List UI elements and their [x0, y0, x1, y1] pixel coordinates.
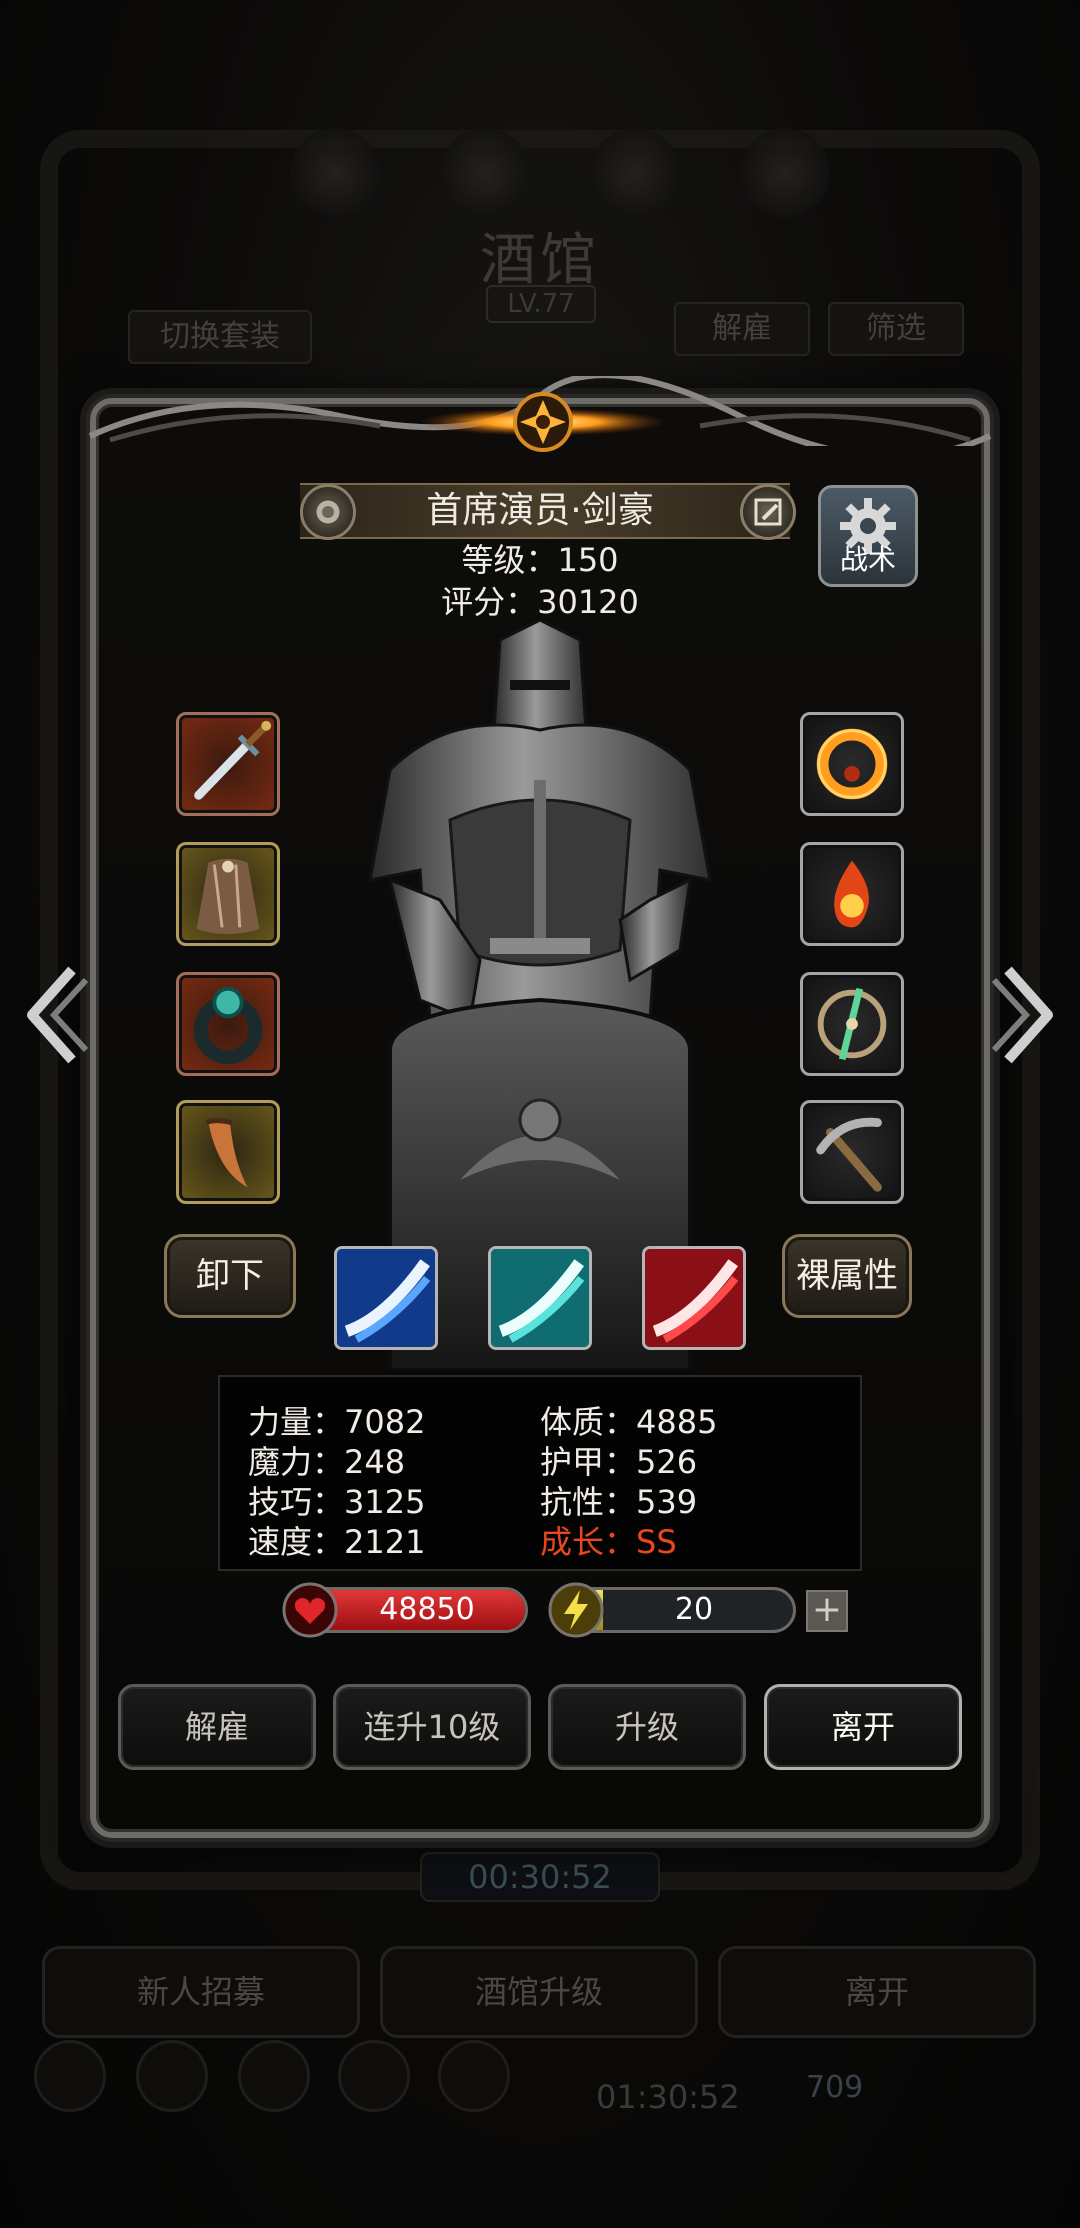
lightning-icon	[548, 1582, 604, 1638]
rename-button[interactable]	[740, 484, 796, 540]
dismiss-hero-button[interactable]: 解雇	[118, 1684, 316, 1770]
tactics-button[interactable]: 战术	[818, 485, 918, 587]
unequip-button[interactable]: 卸下	[164, 1234, 296, 1318]
next-hero-arrow[interactable]	[988, 960, 1068, 1070]
bottom-menu-icon	[238, 2040, 310, 2112]
horn-icon	[205, 1118, 248, 1188]
edit-icon	[754, 498, 782, 526]
coin-count: 709	[806, 2070, 864, 2105]
filter-button[interactable]: 筛选	[828, 302, 964, 356]
tactics-label: 战术	[839, 543, 896, 576]
top-menu-icon	[740, 128, 830, 218]
bottom-menu-icon	[34, 2040, 106, 2112]
ring-icon	[193, 986, 263, 1065]
bg-dismiss-button[interactable]: 解雇	[674, 302, 810, 356]
stat-growth: 成长：SS	[540, 1523, 677, 1561]
red-slash-icon	[645, 1249, 743, 1347]
sun-emblem-icon	[419, 392, 667, 452]
equip-slot-accessory[interactable]	[176, 1100, 280, 1204]
top-menu-icon	[440, 128, 530, 218]
sword-icon	[194, 720, 272, 800]
heart-icon	[282, 1582, 338, 1638]
top-menu-icon	[290, 128, 380, 218]
base-attributes-button[interactable]: 裸属性	[782, 1234, 912, 1318]
add-energy-button[interactable]: +	[806, 1590, 848, 1632]
level-up-10-button[interactable]: 连升10级	[333, 1684, 531, 1770]
tavern-timer: 00:30:52	[420, 1852, 660, 1902]
equip-slot-flame-orb[interactable]	[800, 842, 904, 946]
flame-orb-icon	[834, 860, 869, 928]
cyan-slash-icon	[491, 1249, 589, 1347]
energy-value: 20	[674, 1592, 714, 1627]
equip-slot-ring[interactable]	[176, 972, 280, 1076]
blue-slash-icon	[337, 1249, 435, 1347]
bottom-menu-icon	[438, 2040, 510, 2112]
bottom-timer: 01:30:52	[596, 2078, 740, 2116]
hero-score: 评分：30120	[441, 583, 639, 621]
equip-slot-weapon[interactable]	[176, 712, 280, 816]
skill-slot-2[interactable]	[488, 1246, 592, 1350]
equip-slot-compass[interactable]	[800, 972, 904, 1076]
top-menu-icon	[590, 128, 680, 218]
equip-slot-armor[interactable]	[176, 842, 280, 946]
fire-ring-icon	[816, 728, 888, 800]
skill-slot-1[interactable]	[334, 1246, 438, 1350]
equip-slot-fire-ring[interactable]	[800, 712, 904, 816]
compass-dagger-icon	[817, 987, 887, 1061]
tavern-upgrade-button[interactable]: 酒馆升级	[380, 1946, 698, 2038]
stat-speed: 速度：2121	[248, 1523, 426, 1561]
bg-leave-button[interactable]: 离开	[718, 1946, 1036, 2038]
hero-level: 等级：150	[461, 541, 619, 579]
leave-button[interactable]: 离开	[764, 1684, 962, 1770]
skill-slot-3[interactable]	[642, 1246, 746, 1350]
cloak-icon	[196, 858, 260, 935]
bottom-menu-icon	[136, 2040, 208, 2112]
recruit-button[interactable]: 新人招募	[42, 1946, 360, 2038]
equip-slot-tool[interactable]	[800, 1100, 904, 1204]
pickaxe-icon	[816, 1117, 882, 1192]
bottom-menu-icon	[338, 2040, 410, 2112]
tavern-title: 酒馆	[480, 228, 600, 293]
hero-name: 首席演员·剑豪	[426, 490, 654, 531]
switch-outfit-button[interactable]: 切换套装	[128, 310, 312, 364]
tavern-level: LV.77	[486, 285, 596, 323]
level-up-button[interactable]: 升级	[548, 1684, 746, 1770]
hp-value: 48850	[379, 1592, 475, 1627]
previous-hero-arrow[interactable]	[12, 960, 92, 1070]
